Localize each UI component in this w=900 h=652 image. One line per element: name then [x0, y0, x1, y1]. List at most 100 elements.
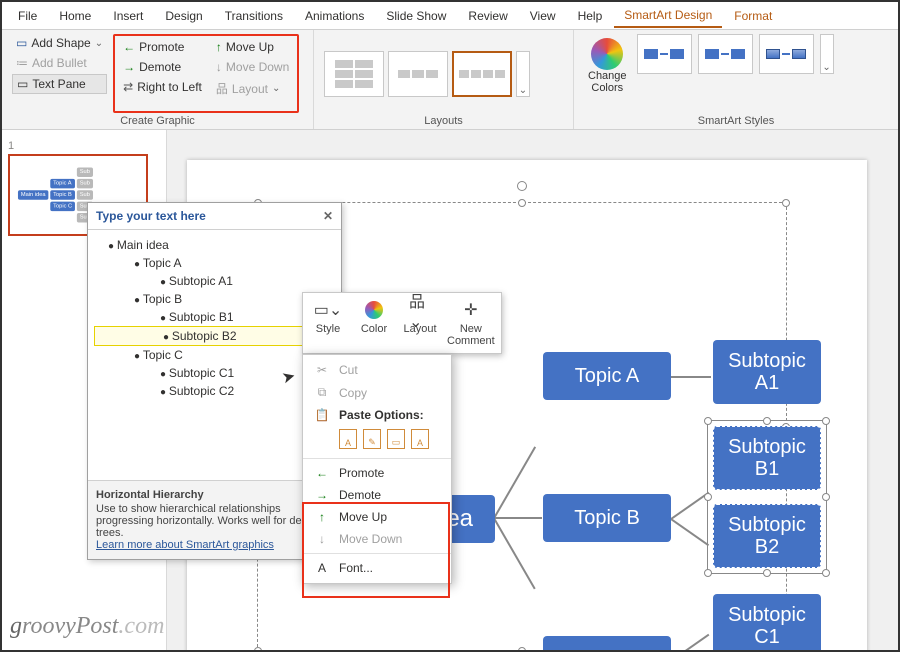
layout-option-1[interactable] — [324, 51, 384, 97]
tab-view[interactable]: View — [520, 5, 566, 27]
layout-icon: 品⌄ — [409, 299, 431, 321]
add-bullet-label: Add Bullet — [32, 56, 87, 70]
layout-gallery-dropdown[interactable]: ⌄ — [516, 51, 530, 97]
text-pane-header: Type your text here ✕ — [88, 203, 341, 230]
ctx-copy-label: Copy — [339, 386, 367, 400]
slide-number: 1 — [8, 140, 14, 152]
resize-handle[interactable] — [822, 493, 830, 501]
connector — [671, 376, 711, 378]
tp-item-topic-a[interactable]: Topic A — [92, 254, 337, 272]
ribbon-group-styles: Change Colors ⌄ SmartArt Styles — [574, 30, 898, 129]
arrow-right-icon — [313, 488, 331, 502]
swap-icon — [123, 80, 133, 94]
tab-animations[interactable]: Animations — [295, 5, 374, 27]
resize-handle[interactable] — [518, 199, 526, 207]
connector — [494, 517, 542, 519]
ctx-demote[interactable]: Demote — [303, 484, 451, 506]
node-topic-b[interactable]: Topic B — [543, 494, 671, 542]
mt-color[interactable]: Color — [355, 299, 393, 347]
resize-handle[interactable] — [782, 199, 790, 207]
movedown-label: Move Down — [226, 60, 289, 74]
ctx-font[interactable]: AFont... — [303, 557, 451, 579]
style-option-2[interactable] — [698, 34, 753, 74]
scissors-icon: ✂ — [313, 363, 331, 377]
paste-option-2[interactable]: ✎ — [363, 429, 381, 449]
text-pane-button[interactable]: ▭Text Pane — [12, 74, 107, 94]
add-bullet-button: ≔Add Bullet — [12, 54, 107, 72]
menu-tabs: File Home Insert Design Transitions Anim… — [2, 2, 898, 30]
style-icon: ▭⌄ — [317, 299, 339, 321]
tab-review[interactable]: Review — [458, 5, 517, 27]
tp-item-sub-c1[interactable]: Subtopic C1 — [92, 364, 337, 382]
styles-gallery-dropdown[interactable]: ⌄ — [820, 34, 834, 74]
tp-foot-link[interactable]: Learn more about SmartArt graphics — [96, 539, 274, 551]
tab-format[interactable]: Format — [724, 5, 782, 27]
tab-slideshow[interactable]: Slide Show — [376, 5, 456, 27]
resize-handle[interactable] — [763, 569, 771, 577]
separator — [303, 553, 451, 554]
palette-icon — [591, 38, 623, 70]
mt-style[interactable]: ▭⌄Style — [309, 299, 347, 347]
close-icon[interactable]: ✕ — [323, 209, 333, 223]
resize-handle[interactable] — [704, 417, 712, 425]
ctx-moveup-label: Move Up — [339, 510, 387, 524]
paste-option-3[interactable]: ▭ — [387, 429, 405, 449]
move-up-button[interactable]: Move Up — [212, 38, 293, 56]
resize-handle[interactable] — [518, 647, 526, 650]
tab-design[interactable]: Design — [155, 5, 212, 27]
tp-item-sub-a1[interactable]: Subtopic A1 — [92, 272, 337, 290]
layout-option-3-selected[interactable] — [452, 51, 512, 97]
node-topic-c[interactable]: Topic C — [543, 636, 671, 650]
arrow-down-icon — [313, 532, 331, 546]
change-colors-button[interactable]: Change Colors — [584, 34, 631, 98]
add-shape-label: Add Shape — [31, 36, 90, 50]
tab-transitions[interactable]: Transitions — [215, 5, 293, 27]
tp-item-sub-c2[interactable]: Subtopic C2 — [92, 382, 337, 400]
ctx-demote-label: Demote — [339, 488, 381, 502]
node-sub-b1[interactable]: Subtopic B1 — [713, 426, 821, 490]
mt-new-comment[interactable]: ✛New Comment — [447, 299, 495, 347]
node-topic-a[interactable]: Topic A — [543, 352, 671, 400]
resize-handle[interactable] — [704, 569, 712, 577]
resize-handle[interactable] — [763, 417, 771, 425]
tab-home[interactable]: Home — [49, 5, 101, 27]
mt-layout[interactable]: 品⌄Layout — [401, 299, 439, 347]
context-menu: ✂Cut ⧉Copy 📋Paste Options: A ✎ ▭ A Promo… — [302, 354, 452, 584]
rtl-button[interactable]: Right to Left — [119, 78, 206, 96]
tp-item-sub-b2-selected[interactable]: Subtopic B2 — [94, 326, 335, 346]
tp-item-sub-b1[interactable]: Subtopic B1 — [92, 308, 337, 326]
resize-handle[interactable] — [254, 647, 262, 650]
group-label-styles: SmartArt Styles — [584, 113, 888, 127]
tp-item-topic-b[interactable]: Topic B — [92, 290, 337, 308]
group-label-layouts: Layouts — [324, 113, 563, 127]
color-icon — [363, 299, 385, 321]
resize-handle[interactable] — [822, 417, 830, 425]
ctx-promote[interactable]: Promote — [303, 462, 451, 484]
ctx-move-up[interactable]: Move Up — [303, 506, 451, 528]
promote-button[interactable]: Promote — [119, 38, 206, 56]
layout-option-2[interactable] — [388, 51, 448, 97]
tp-item-main[interactable]: Main idea — [92, 236, 337, 254]
tab-file[interactable]: File — [8, 5, 47, 27]
resize-handle[interactable] — [822, 569, 830, 577]
clipboard-icon: 📋 — [313, 408, 331, 422]
tab-insert[interactable]: Insert — [103, 5, 153, 27]
ctx-promote-label: Promote — [339, 466, 384, 480]
tab-smartart-design[interactable]: SmartArt Design — [614, 4, 722, 28]
layout-button: 品Layout — [212, 78, 293, 99]
tp-item-topic-c[interactable]: Topic C — [92, 346, 337, 364]
resize-handle[interactable] — [704, 493, 712, 501]
node-sub-b2-selected[interactable]: Subtopic B2 — [713, 504, 821, 568]
paste-option-4[interactable]: A — [411, 429, 429, 449]
rotate-handle[interactable] — [517, 181, 527, 191]
demote-button[interactable]: Demote — [119, 58, 206, 76]
node-sub-c1[interactable]: Subtopic C1 — [713, 594, 821, 650]
paste-option-1[interactable]: A — [339, 429, 357, 449]
node-sub-a1[interactable]: Subtopic A1 — [713, 340, 821, 404]
add-shape-button[interactable]: ▭Add Shape — [12, 34, 107, 52]
style-option-3[interactable] — [759, 34, 814, 74]
tab-help[interactable]: Help — [568, 5, 613, 27]
style-option-1[interactable] — [637, 34, 692, 74]
ctx-movedown-label: Move Down — [339, 532, 402, 546]
ctx-move-down: Move Down — [303, 528, 451, 550]
